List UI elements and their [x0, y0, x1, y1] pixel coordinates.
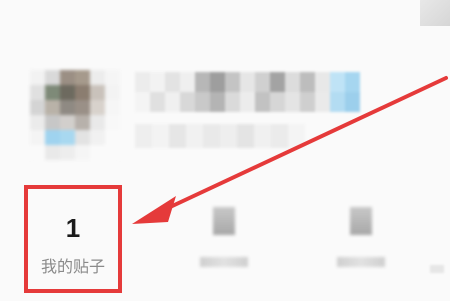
profile-screen: 1 我的贴子 — [0, 0, 450, 301]
subtitle-redacted — [135, 124, 305, 148]
username-redacted — [135, 72, 360, 112]
edge-marker — [430, 265, 444, 273]
stat-redacted-3[interactable] — [337, 207, 385, 267]
my-posts-stat[interactable]: 1 我的贴子 — [24, 185, 122, 293]
avatar[interactable] — [30, 70, 120, 160]
corner-tile — [420, 0, 450, 26]
stat-redacted-2[interactable] — [200, 207, 248, 267]
posts-label: 我的贴子 — [40, 257, 105, 276]
posts-count: 1 — [65, 213, 81, 243]
stats-row: 1 我的贴子 — [0, 185, 450, 301]
